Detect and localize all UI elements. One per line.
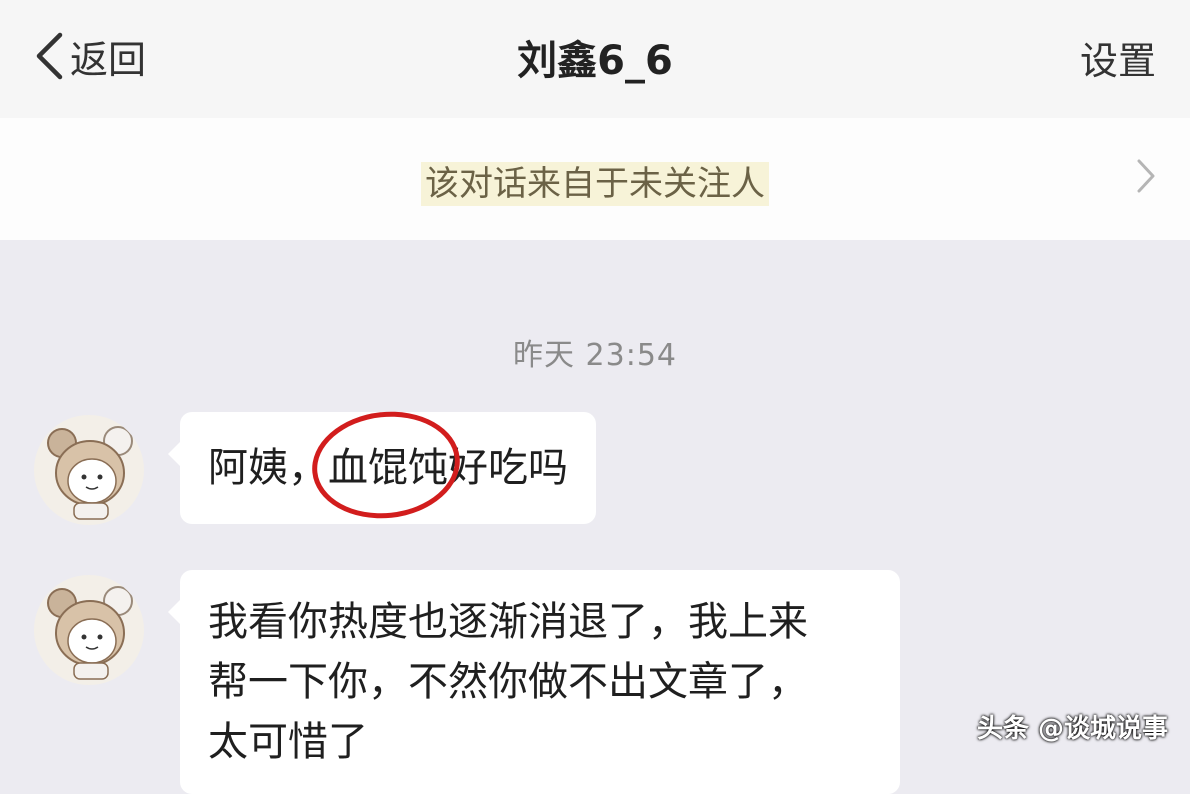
circled-keyword: 血馄饨 <box>306 404 466 526</box>
message-text-after: 好吃吗 <box>448 445 568 491</box>
chevron-right-icon <box>1137 159 1155 193</box>
page-title: 刘鑫6_6 <box>517 38 673 84</box>
message-text-before: 阿姨， <box>208 445 328 491</box>
bear-avatar-icon <box>47 426 133 520</box>
sender-avatar[interactable] <box>34 575 144 685</box>
message-line: 太可惜了 <box>208 719 368 765</box>
message-line: 我看你热度也逐渐消退了，我上来 <box>208 599 808 645</box>
message-bubble[interactable]: 阿姨， 血馄饨好吃吗 <box>168 404 596 526</box>
message-line: 帮一下你，不然你做不出文章了， <box>208 659 808 705</box>
settings-button[interactable]: 设置 <box>1080 30 1156 85</box>
bear-avatar-icon <box>47 586 133 680</box>
message-timestamp: 昨天 23:54 <box>513 338 677 373</box>
watermark: 头条 @谈城说事 <box>976 714 1168 744</box>
navigation-bar: 返回 刘鑫6_6 设置 <box>0 0 1190 118</box>
stranger-notice-banner[interactable]: 该对话来自于未关注人 <box>0 118 1190 240</box>
red-circle-annotation <box>306 404 466 526</box>
message-bubble[interactable]: 我看你热度也逐渐消退了，我上来 帮一下你，不然你做不出文章了， 太可惜了 <box>168 570 900 794</box>
sender-avatar[interactable] <box>34 415 144 525</box>
notice-text: 该对话来自于未关注人 <box>421 162 769 206</box>
